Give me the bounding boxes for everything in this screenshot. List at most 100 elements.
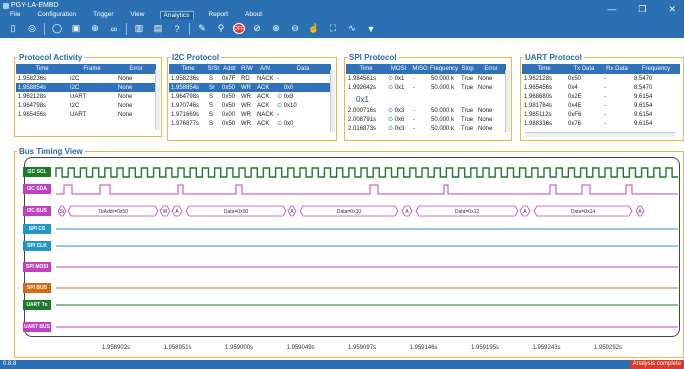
table-row[interactable]: 1.958854s Sr 0x50 WR ACK ⊙ 0x0 [169,83,331,92]
zoom-in-icon[interactable]: ⊕ [269,23,283,35]
wave-icon[interactable]: ∿ [345,23,359,35]
menu-view[interactable]: View [129,11,147,19]
channel-label[interactable]: UART Tx [23,300,51,310]
expand-icon[interactable]: ⊙ [388,76,395,82]
new-icon[interactable]: ▯ [6,23,20,35]
table-row[interactable]: 1.965456s UART None [16,110,156,119]
table-row[interactable]: 1.962128s UART None [16,92,156,101]
table-row[interactable]: 2.016873s ⊙ 0x3-50.000 k True None [346,124,506,133]
column-header[interactable]: Time [522,64,566,74]
cursor-icon[interactable]: ☝ [307,23,321,35]
stop-icon[interactable]: OFF [233,23,245,34]
column-header[interactable]: Rx Data [602,64,632,74]
math-icon[interactable]: ∞ [107,23,121,35]
table-row[interactable]: 1.985112s 0xF6 - 9.6154 [522,110,680,119]
table-cell: 1.958236s [171,75,200,82]
expand-icon[interactable]: ⊙ [277,85,284,91]
column-header[interactable]: Addr [220,64,239,74]
fit-icon[interactable]: ⛶ [326,23,340,35]
table-row[interactable]: 0x1 [346,92,506,106]
column-header[interactable]: Time [346,64,386,74]
table-row[interactable]: 1.976877s S 0x50 WR ACK ⊙ 0x0 [169,119,331,128]
table-cell: 1.962128s [18,93,47,100]
vertical-scrollbar[interactable] [330,70,335,132]
zoom-out-icon[interactable]: ⊖ [288,23,302,35]
trigger-icon[interactable]: ⊘ [250,23,264,35]
channel-label[interactable]: I2C SDA [23,184,51,194]
expand-icon[interactable]: ⊙ [277,121,284,127]
column-header[interactable]: Stop [459,64,476,74]
menu-analytics[interactable]: Analytics [159,11,194,19]
menu-about[interactable]: About [243,11,264,19]
bar-icon[interactable]: ▥ [132,23,146,35]
column-header[interactable]: Tx Data [566,64,602,74]
signal-icon[interactable]: ◎ [25,23,39,35]
edit-icon[interactable]: ✎ [195,23,209,35]
menu-file[interactable]: File [8,11,22,19]
column-header[interactable]: Frame [68,64,116,74]
table-row[interactable]: 1.992642s ⊙ 0x1-50.000 k True None [346,83,506,92]
column-header[interactable]: Data [275,64,331,74]
vertical-scrollbar[interactable] [505,70,510,132]
column-header[interactable]: Frequency [632,64,680,74]
close-button[interactable]: ✕ [668,4,676,15]
table-row[interactable]: 1.981784s 0x4E - 9.6154 [522,101,680,110]
vertical-scrollbar[interactable] [155,70,160,130]
table-row[interactable]: 2.008791s ⊙ 0x6-50.000 k True None [346,115,506,124]
run-icon[interactable]: ◯ [50,23,64,35]
column-header[interactable]: A/N [255,64,275,74]
channel-label[interactable]: I2C BUS [23,206,51,216]
table-row[interactable]: 2.000716s ⊙ 0x3-50.000 k True None [346,106,506,115]
channel-label[interactable]: I2C SCL [23,167,51,177]
column-header[interactable]: Time [169,64,207,74]
layout-icon[interactable]: ▤ [151,23,165,35]
channel-label[interactable]: SPI CS [23,224,51,234]
table-row[interactable]: 1.958236s I2C None [16,74,156,83]
table-row[interactable]: 1.958854s I2C None [16,83,156,92]
settings-icon[interactable]: ⊕ [88,23,102,35]
menu-trigger[interactable]: Trigger [91,11,115,19]
table-row[interactable]: 1.984561s ⊙ 0x1-50.000 k True None [346,74,506,83]
waveform-area[interactable] [24,157,680,337]
column-header[interactable]: Error [476,64,506,74]
expand-icon[interactable]: ⊙ [388,108,395,114]
table-row[interactable]: 1.971669s S 0x00 WR NACK - [169,110,331,119]
probe-icon[interactable]: ⚲ [214,23,228,35]
expand-icon[interactable]: ⊙ [388,117,395,123]
maximize-button[interactable]: ❐ [638,4,646,15]
channel-label[interactable]: SPI BUS [23,283,51,293]
column-header[interactable]: S/Sr [207,64,220,74]
table-row[interactable]: 1.970746s S 0x50 WR ACK ⊙ 0x10 [169,101,331,110]
table-row[interactable]: 1.958236s S 0x7F RD NACK - [169,74,331,83]
menu-report[interactable]: Report [207,11,231,19]
table-cell: 0x50 [222,120,236,127]
table-row[interactable]: 1.988336s 0x76 - 9.6154 [522,119,680,128]
channel-label[interactable]: SPI MOSI [23,262,51,272]
table-row[interactable]: 1.964798s I2C None [16,101,156,110]
info-icon[interactable]: ? [170,23,184,35]
cell-value: 0x6 [394,117,405,123]
table-row[interactable]: 1.968680s 0x2E - 9.6154 [522,92,680,101]
menu-configuration[interactable]: Configuration [35,11,78,19]
table-row[interactable]: 1.964798s S 0x50 WR ACK ⊙ 0x8 [169,92,331,101]
timestamp-axis: 1.958902s 1.958951s 1.959000s 1.959049s 1.95… [0,345,684,355]
table-cell: ⊙ 0x3 [386,106,411,115]
table-row[interactable]: 1.962128s 0x50 - 8.5470 [522,74,680,83]
minimize-button[interactable]: — [607,4,616,15]
column-header[interactable]: Frequency [429,64,459,74]
capture-icon[interactable]: ▣ [69,23,83,35]
channel-label[interactable]: UART BUS [23,322,51,332]
expand-icon[interactable]: ⊙ [388,85,395,91]
horizontal-scrollbar[interactable] [525,132,675,137]
column-header[interactable]: Error [116,64,156,74]
expand-icon[interactable]: ⊙ [277,103,284,109]
column-header[interactable]: R/W [239,64,255,74]
column-header[interactable]: MOSI [386,64,411,74]
channel-label[interactable]: SPI CLK [23,241,51,251]
expand-icon[interactable]: ⊙ [277,94,284,100]
filter-icon[interactable]: ▼ [364,23,378,35]
column-header[interactable]: MISO [411,64,429,74]
table-row[interactable]: 1.965456s 0x4 - 8.5470 [522,83,680,92]
expand-icon[interactable]: ⊙ [388,126,395,132]
column-header[interactable]: Time [16,64,68,74]
